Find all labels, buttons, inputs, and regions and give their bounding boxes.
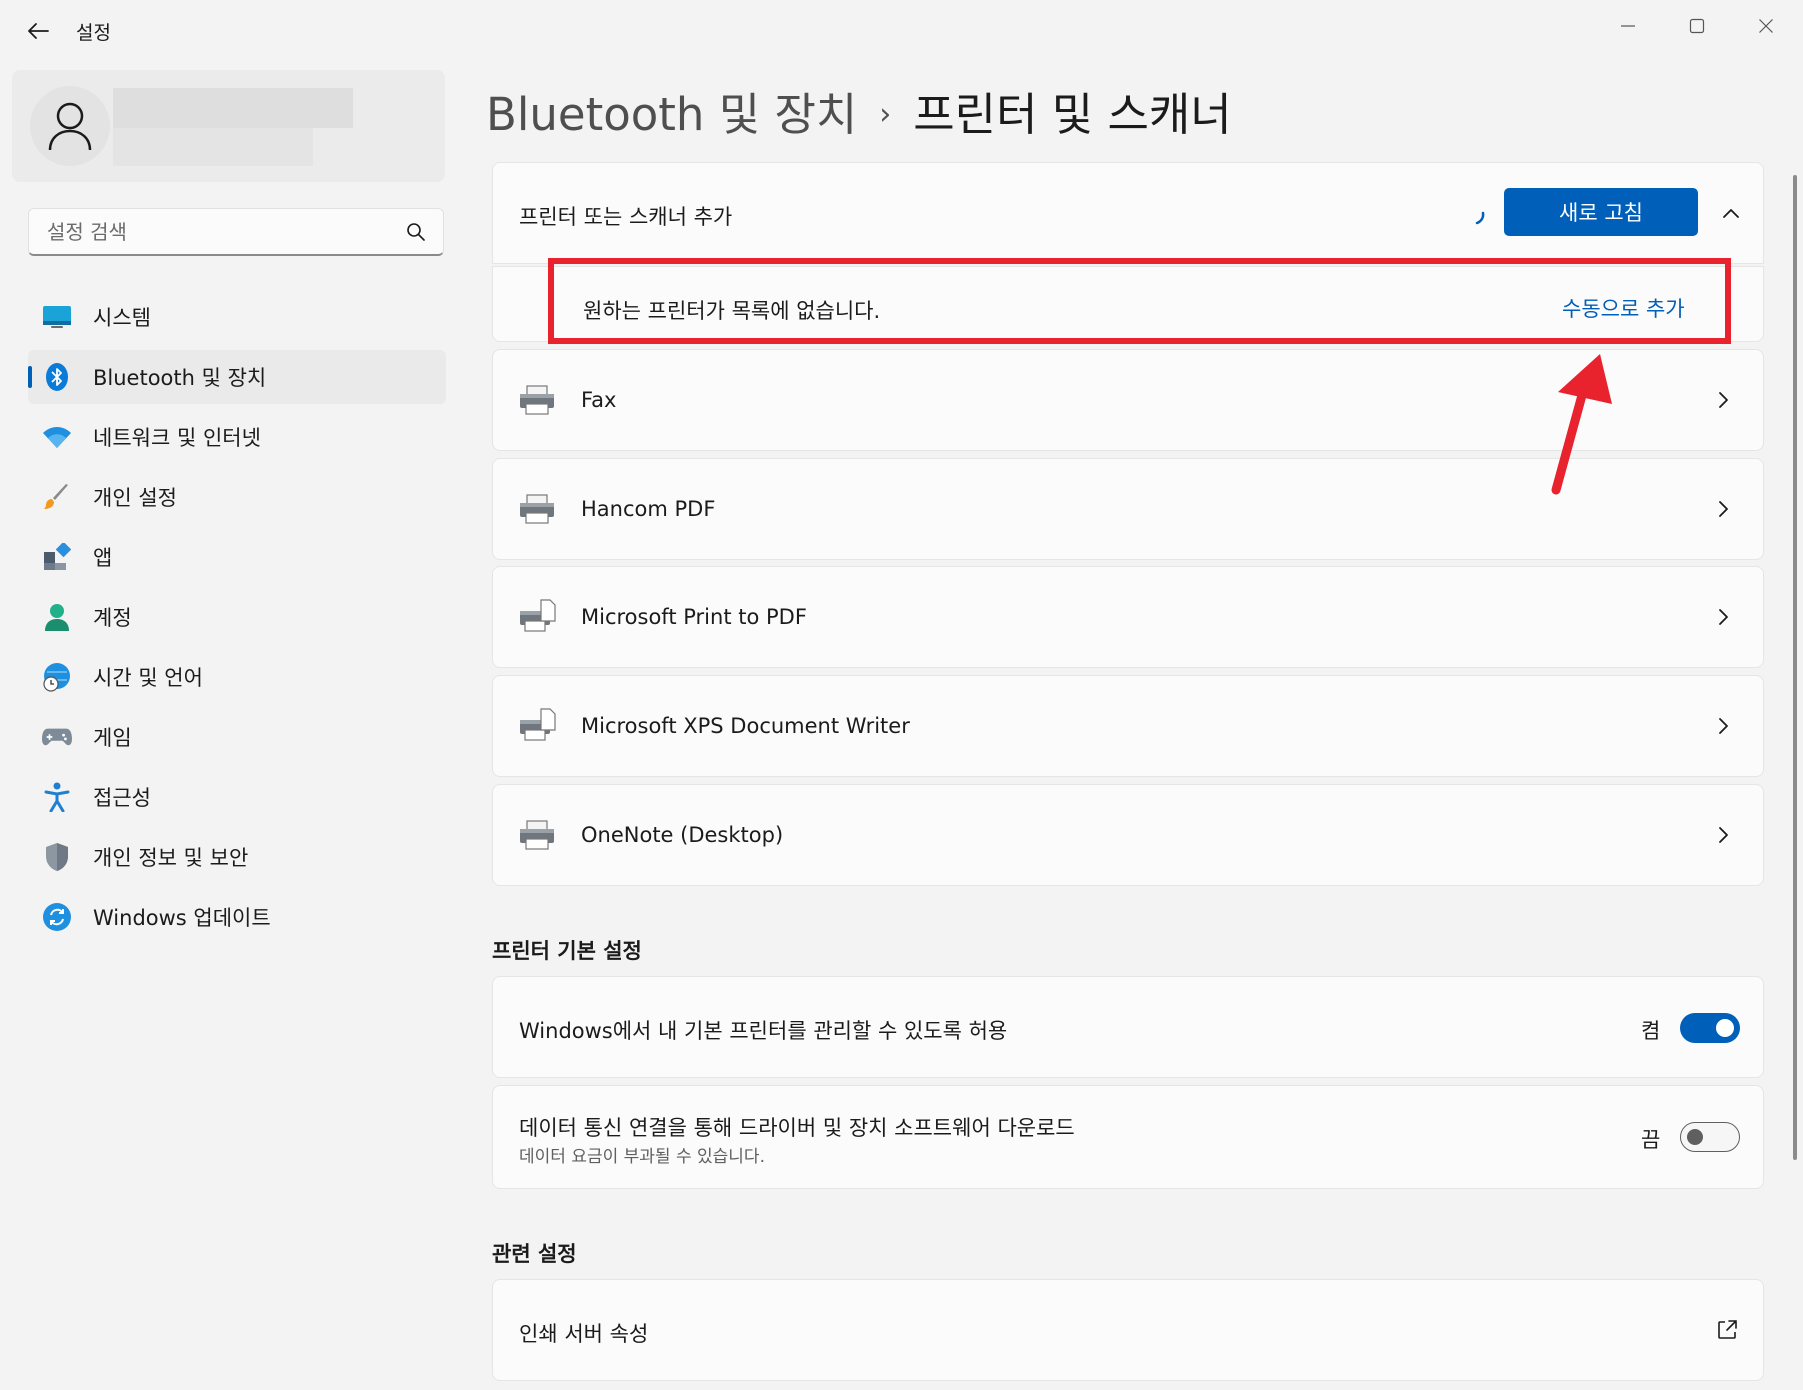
sidebar-item-label: 계정 xyxy=(93,606,132,630)
pref-row-metered-download: 데이터 통신 연결을 통해 드라이버 및 장치 소프트웨어 다운로드 데이터 요… xyxy=(492,1085,1764,1189)
maximize-icon xyxy=(1689,18,1705,34)
chevron-right-icon xyxy=(1719,501,1728,517)
blurred-user-name xyxy=(113,88,353,128)
printer-icon xyxy=(520,820,554,850)
breadcrumb-parent[interactable]: Bluetooth 및 장치 xyxy=(486,88,857,141)
metered-download-toggle[interactable] xyxy=(1680,1122,1740,1152)
search-input[interactable] xyxy=(45,209,389,255)
avatar xyxy=(30,86,110,166)
sidebar-item-label: 시간 및 언어 xyxy=(93,666,203,690)
close-button[interactable] xyxy=(1746,8,1786,44)
sidebar-item-bluetooth[interactable]: Bluetooth 및 장치 xyxy=(28,350,446,404)
maximize-button[interactable] xyxy=(1677,8,1717,44)
sidebar-item-label: 시스템 xyxy=(93,306,151,330)
external-link-icon xyxy=(1718,1320,1737,1339)
breadcrumb: Bluetooth 및 장치 › 프린터 및 스캐너 xyxy=(486,78,1232,143)
back-button[interactable] xyxy=(24,14,52,48)
shield-icon xyxy=(42,842,72,872)
system-icon xyxy=(42,302,72,332)
annotation-arrow-icon xyxy=(1551,354,1612,495)
apps-icon xyxy=(42,542,72,572)
collapse-button[interactable] xyxy=(1715,197,1747,229)
user-profile-card[interactable] xyxy=(12,70,445,182)
pref-label: Windows에서 내 기본 프린터를 관리할 수 있도록 허용 xyxy=(519,1019,1008,1043)
section-title-related-settings: 관련 설정 xyxy=(492,1242,577,1266)
chevron-right-icon xyxy=(1719,718,1728,734)
search-box[interactable] xyxy=(28,208,444,256)
accessibility-icon xyxy=(42,782,72,812)
globe-clock-icon xyxy=(42,662,72,692)
sidebar-item-label: 게임 xyxy=(93,726,132,750)
device-name: Microsoft XPS Document Writer xyxy=(581,714,910,738)
chevron-right-icon xyxy=(1719,609,1728,625)
search-icon[interactable] xyxy=(405,221,427,243)
user-icon xyxy=(48,102,92,151)
sidebar-item-windows-update[interactable]: Windows 업데이트 xyxy=(28,890,446,944)
page-title: 프린터 및 스캐너 xyxy=(913,88,1232,141)
arrow-left-icon xyxy=(28,23,49,39)
printer-doc-icon xyxy=(520,708,556,741)
sidebar-item-label: 접근성 xyxy=(93,786,151,810)
close-icon xyxy=(1759,19,1773,33)
sidebar-item-label: 개인 정보 및 보안 xyxy=(93,846,249,870)
device-name: Microsoft Print to PDF xyxy=(581,605,807,629)
minimize-icon xyxy=(1621,25,1635,27)
chevron-up-icon xyxy=(1723,209,1739,218)
sidebar-nav: 시스템 Bluetooth 및 장치 네트워크 및 인터넷 개인 설정 앱 계정… xyxy=(28,290,446,950)
brush-icon xyxy=(42,482,72,512)
device-name: Hancom PDF xyxy=(581,497,716,521)
sidebar-item-personalization[interactable]: 개인 설정 xyxy=(28,470,446,524)
sidebar-item-network[interactable]: 네트워크 및 인터넷 xyxy=(28,410,446,464)
account-icon xyxy=(42,602,72,632)
add-printer-card: 프린터 또는 스캐너 추가 새로 고침 xyxy=(492,162,1764,264)
pref-row-manage-default-printer: Windows에서 내 기본 프린터를 관리할 수 있도록 허용 켬 xyxy=(492,976,1764,1078)
sidebar-item-privacy[interactable]: 개인 정보 및 보안 xyxy=(28,830,446,884)
printer-icon xyxy=(520,494,554,524)
wifi-icon xyxy=(42,422,72,452)
vertical-scrollbar[interactable] xyxy=(1793,175,1797,1160)
related-row-print-server-properties[interactable]: 인쇄 서버 속성 xyxy=(492,1279,1764,1381)
toggle-knob xyxy=(1687,1129,1703,1145)
add-printer-label: 프린터 또는 스캐너 추가 xyxy=(519,205,733,229)
printer-icon xyxy=(520,385,554,415)
bluetooth-icon xyxy=(42,362,72,392)
sidebar-item-system[interactable]: 시스템 xyxy=(28,290,446,344)
section-title-printer-preferences: 프린터 기본 설정 xyxy=(492,939,642,963)
title-bar: 설정 xyxy=(0,0,1803,62)
device-row-onenote[interactable]: OneNote (Desktop) xyxy=(492,784,1764,886)
sidebar-item-label: 개인 설정 xyxy=(93,486,177,510)
sidebar-item-label: Windows 업데이트 xyxy=(93,906,271,930)
chevron-right-icon xyxy=(1719,392,1728,408)
sidebar-item-accounts[interactable]: 계정 xyxy=(28,590,446,644)
sidebar-item-label: 앱 xyxy=(93,546,113,570)
refresh-button[interactable]: 새로 고침 xyxy=(1504,188,1698,236)
update-icon xyxy=(42,902,72,932)
toggle-state-label: 켬 xyxy=(1641,1019,1661,1043)
minimize-button[interactable] xyxy=(1608,8,1648,44)
breadcrumb-separator: › xyxy=(879,97,892,132)
device-name: Fax xyxy=(581,388,617,412)
pref-sublabel: 데이터 요금이 부과될 수 있습니다. xyxy=(519,1147,765,1167)
manage-default-printer-toggle[interactable] xyxy=(1680,1013,1740,1043)
sidebar-item-label: Bluetooth 및 장치 xyxy=(93,366,267,390)
device-name: OneNote (Desktop) xyxy=(581,823,784,847)
chevron-right-icon xyxy=(1719,827,1728,843)
sidebar-item-time-language[interactable]: 시간 및 언어 xyxy=(28,650,446,704)
device-row-microsoft-print-to-pdf[interactable]: Microsoft Print to PDF xyxy=(492,566,1764,668)
app-title: 설정 xyxy=(76,22,111,44)
pref-label: 데이터 통신 연결을 통해 드라이버 및 장치 소프트웨어 다운로드 xyxy=(519,1116,1075,1140)
sidebar-item-label: 네트워크 및 인터넷 xyxy=(93,426,261,450)
toggle-knob xyxy=(1716,1019,1734,1037)
device-row-microsoft-xps[interactable]: Microsoft XPS Document Writer xyxy=(492,675,1764,777)
toggle-state-label: 끔 xyxy=(1641,1128,1661,1152)
gamepad-icon xyxy=(42,722,72,752)
loading-spinner-icon xyxy=(1475,211,1485,225)
sidebar-item-gaming[interactable]: 게임 xyxy=(28,710,446,764)
blurred-user-email xyxy=(113,128,313,166)
printer-doc-icon xyxy=(520,599,556,632)
sidebar-item-apps[interactable]: 앱 xyxy=(28,530,446,584)
sidebar-item-accessibility[interactable]: 접근성 xyxy=(28,770,446,824)
related-label: 인쇄 서버 속성 xyxy=(519,1322,649,1346)
highlight-box xyxy=(548,258,1731,344)
